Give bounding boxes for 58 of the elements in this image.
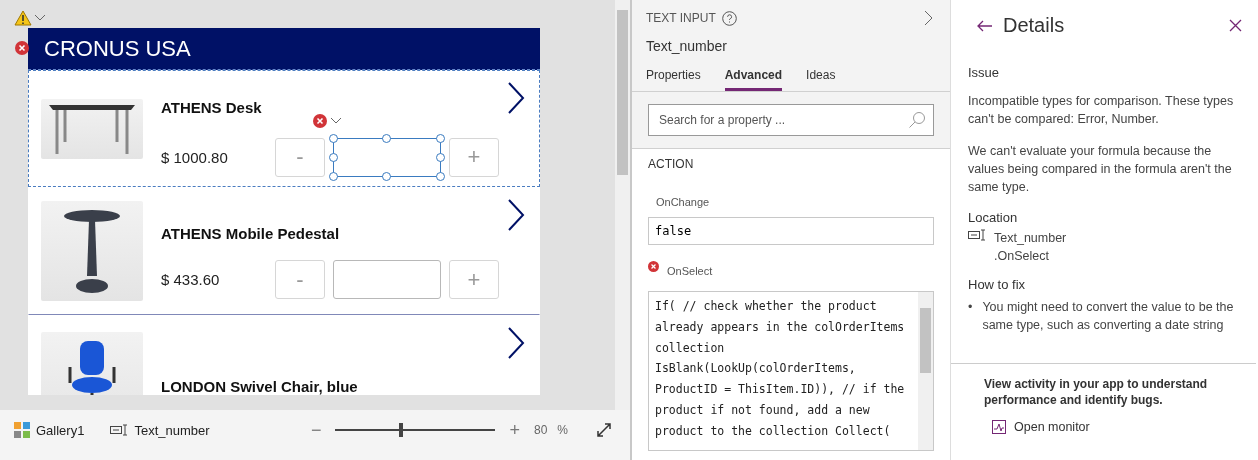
error-icon [648, 260, 659, 272]
caret-icon[interactable] [34, 14, 46, 22]
open-monitor-link[interactable]: Open monitor [992, 420, 1246, 434]
search-field[interactable]: Search for a property ... [648, 104, 934, 136]
scrollbar[interactable] [615, 0, 630, 410]
close-icon[interactable] [1229, 19, 1242, 32]
breadcrumb[interactable]: Gallery1 [14, 422, 99, 438]
tab[interactable]: Properties [646, 68, 701, 91]
product-name: LONDON Swivel Chair, blue [161, 377, 359, 395]
property-value-field[interactable]: false [648, 217, 934, 245]
zoom-slider[interactable] [335, 423, 496, 437]
control-type: TEXT INPUT [646, 11, 716, 25]
issue-text: Incompatible types for comparison. These types can't be compared: Error, Number. [968, 93, 1235, 128]
help-icon[interactable] [721, 10, 737, 26]
error-icon [313, 113, 327, 128]
monitor-chart-icon [992, 420, 1006, 434]
gallery-icon [14, 422, 30, 438]
product-name: ATHENS Mobile Pedestal [161, 225, 341, 242]
fix-text: You might need to convert the value to be the same type, such as converting a date string [982, 299, 1235, 334]
location-property: .OnSelect [994, 248, 1050, 265]
chevron-right-icon[interactable] [507, 81, 525, 115]
search-icon [908, 111, 926, 129]
product-name: ATHENS Desk [161, 98, 263, 116]
bullet-mark: • [968, 299, 973, 316]
panel-title: Details [1003, 14, 1066, 37]
explanation-text: We can't evaluate your formula because the values being compared in the formula aren't the same type. [968, 143, 1233, 196]
formula-text: If( // check whether the product already appears in the colOrderItems collection IsBlank(LookUp(colOrderItems, ProductID = ThisItem.ID)), // if the product if not found, add a new product to the collection Collect( [654, 298, 906, 440]
breadcrumb[interactable]: Text_number [110, 422, 224, 438]
back-arrow-icon[interactable] [977, 19, 993, 32]
product-price: $ 433.60 [161, 271, 221, 288]
zoom-value: 80 [533, 423, 548, 437]
property-label: OnSelect [667, 265, 713, 277]
section-heading: ACTION [648, 157, 695, 171]
property-label: OnChange [656, 196, 710, 208]
location-control: Text_number [994, 229, 1067, 247]
slider-thumb[interactable] [399, 423, 404, 437]
scrollbar[interactable] [918, 292, 933, 450]
quantity-field[interactable] [329, 133, 445, 181]
formula-editor[interactable] [648, 291, 934, 451]
zoom-unit: % [557, 423, 568, 437]
monitor-hint: View activity in your app to understand performance and identify bugs. [984, 376, 1209, 408]
expand-icon[interactable] [596, 422, 612, 438]
control-name: Text_number [646, 38, 728, 54]
caret-icon[interactable] [330, 116, 342, 125]
product-price: $ 1000.80 [161, 148, 229, 166]
chevron-right-icon[interactable] [507, 326, 525, 360]
app-title: CRONUS USA [44, 35, 191, 62]
chevron-right-icon[interactable] [507, 198, 525, 232]
zoom-in-button[interactable]: + [505, 419, 524, 441]
text-input-icon [110, 424, 129, 436]
warning-icon[interactable] [14, 10, 32, 26]
text-input-icon [968, 229, 986, 241]
section-heading: Issue [968, 65, 1001, 80]
section-heading: Location [968, 210, 1019, 225]
section-heading: How to fix [968, 277, 1027, 292]
quantity-field[interactable] [333, 260, 441, 299]
tab[interactable]: Ideas [806, 68, 836, 91]
zoom-out-button[interactable]: − [306, 419, 326, 441]
